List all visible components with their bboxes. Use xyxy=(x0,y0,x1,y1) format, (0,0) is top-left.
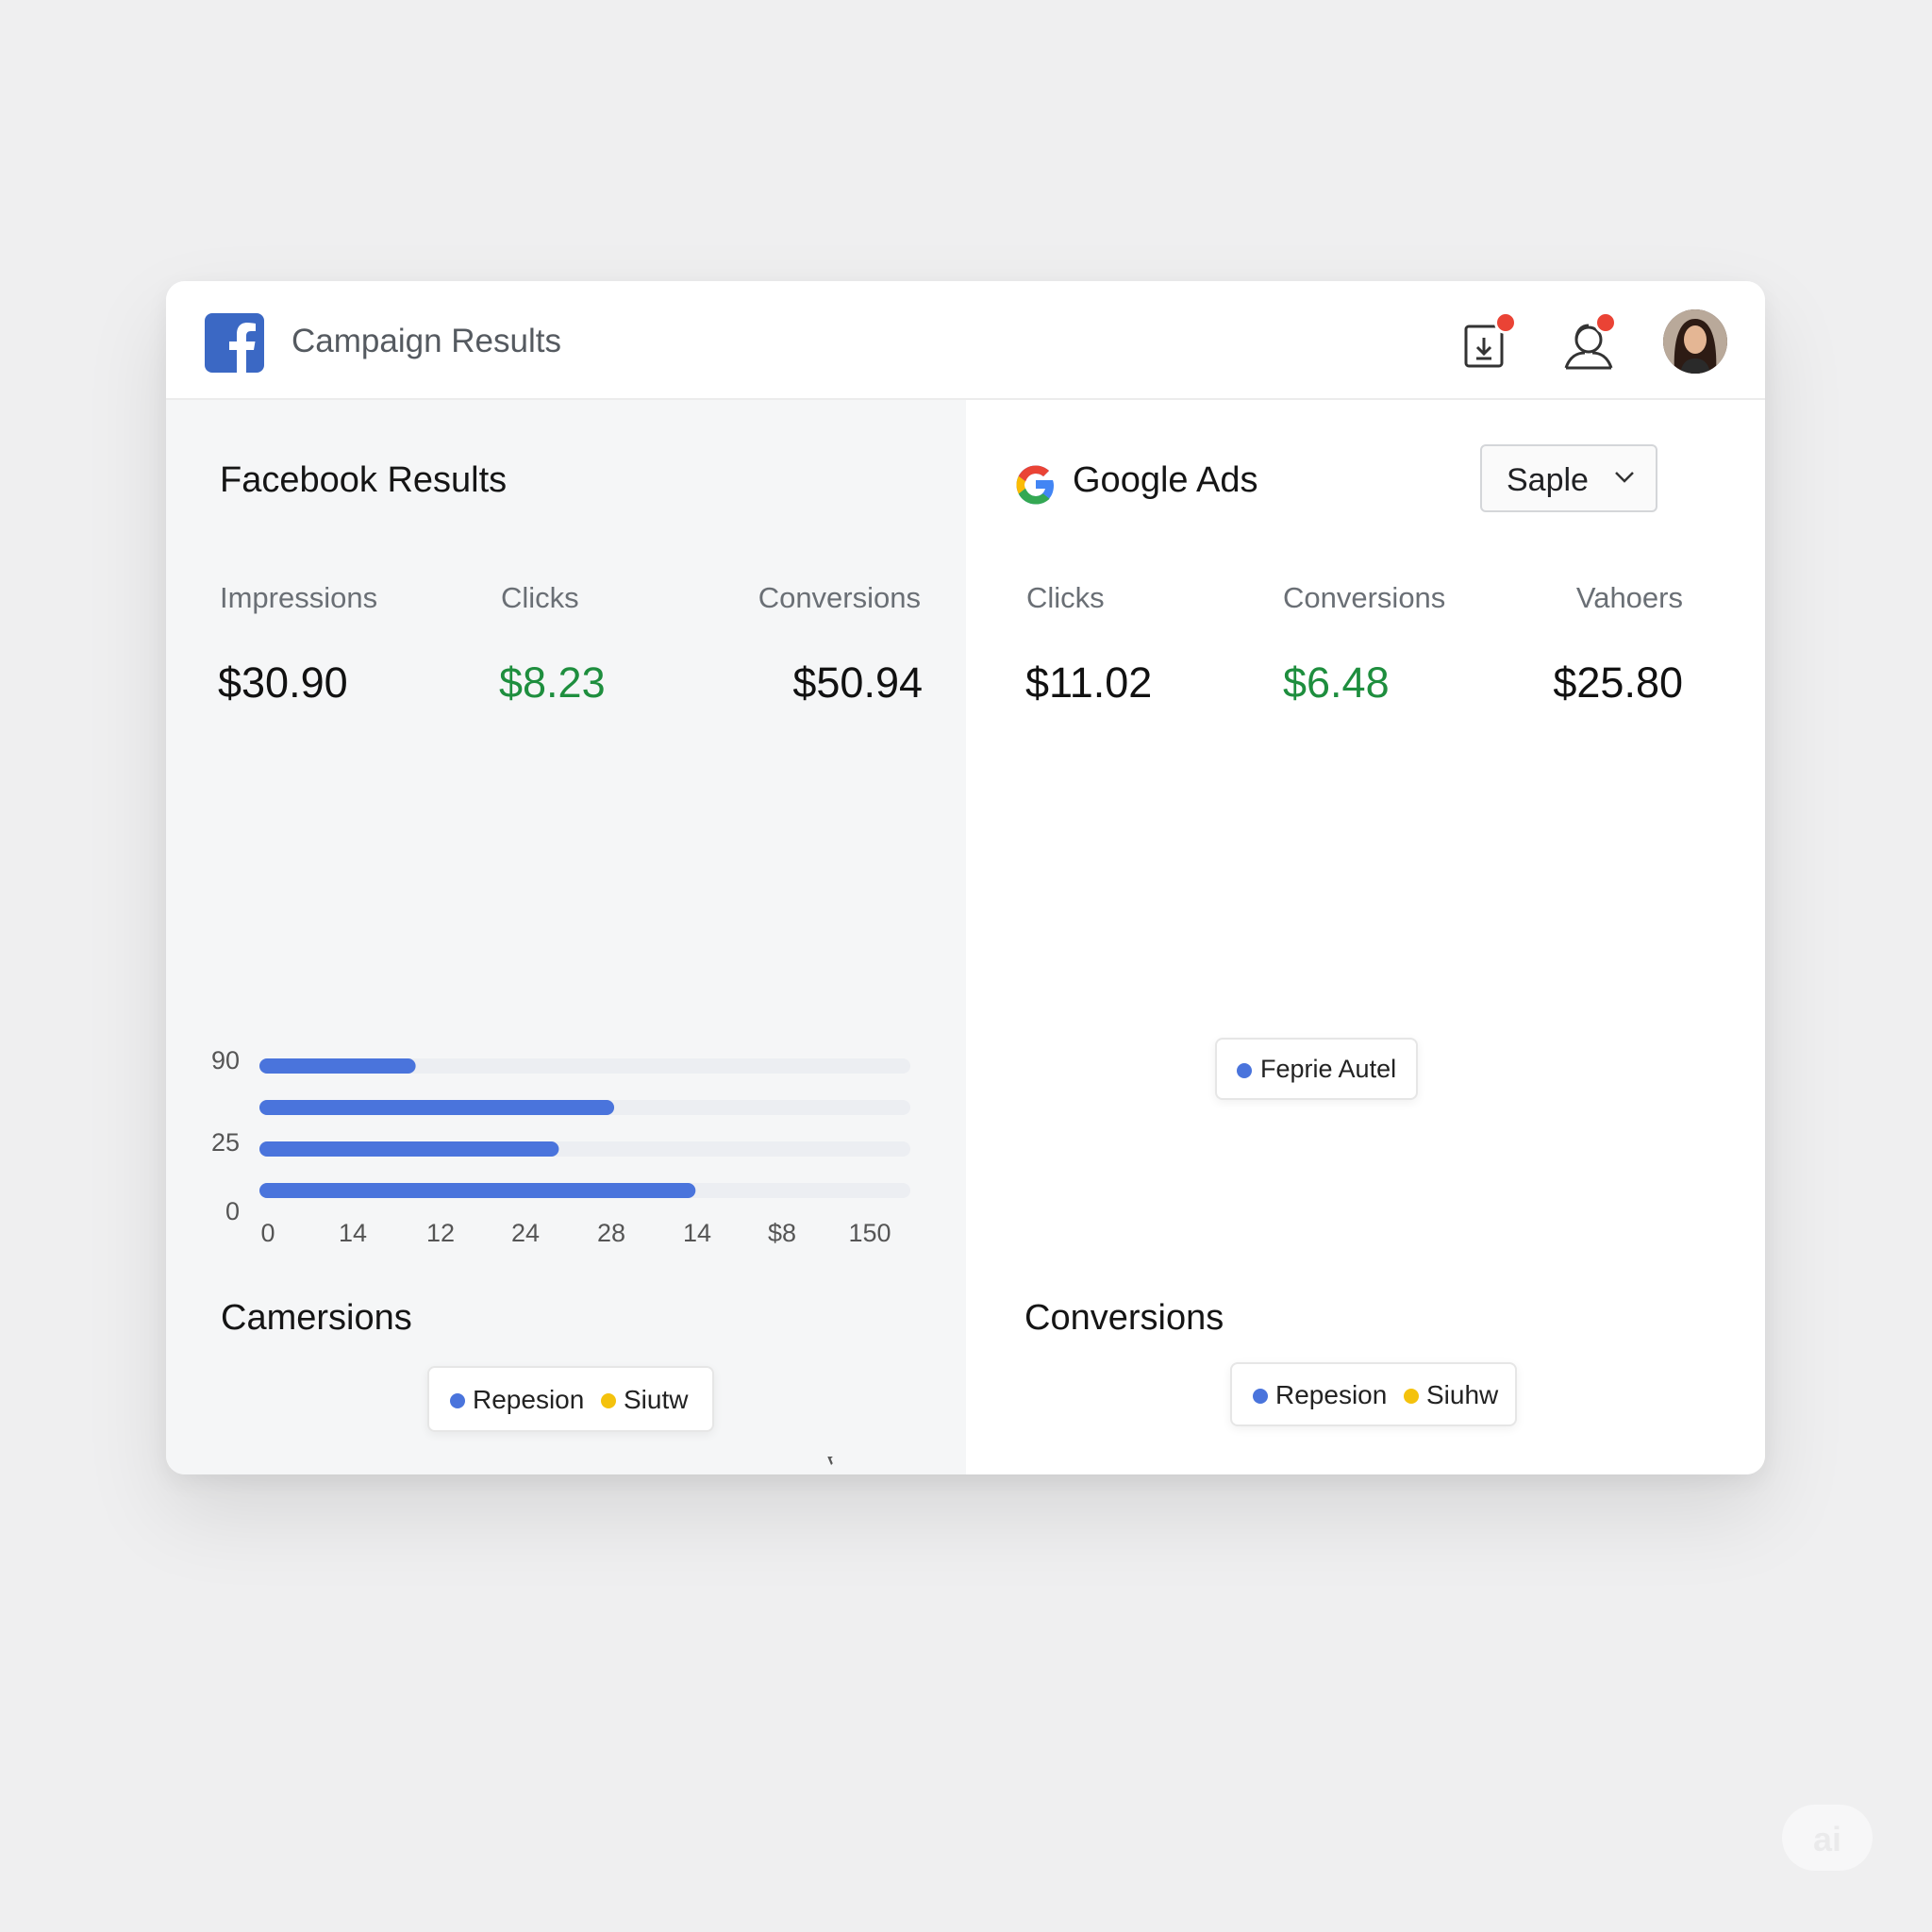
bar-chart-legend: Repesion Siutw xyxy=(427,1366,714,1432)
conversions-chart-title: Conversions xyxy=(1024,1298,1224,1338)
x-tick-label: $8 xyxy=(768,1219,796,1247)
legend-label-repesion: Repesion xyxy=(1275,1380,1388,1409)
legend-dot-blue xyxy=(1253,1389,1268,1404)
x-tick-label: 28 xyxy=(597,1219,625,1247)
bar xyxy=(259,1058,416,1074)
google-icon xyxy=(1016,465,1054,505)
metric-label-clicks: Clicks xyxy=(1026,581,1105,614)
tooltip-dot-blue xyxy=(1237,1063,1252,1078)
bar xyxy=(259,1141,559,1157)
chevron-down-icon xyxy=(1615,472,1634,483)
facebook-horizontal-bar-chart: 90 25 00 14 12 24 28 14 $8 150 xyxy=(211,1046,910,1247)
legend-label-siutw: Siutw xyxy=(624,1385,689,1414)
page-title: Campaign Results xyxy=(291,323,561,359)
x-tick-label: Mestd xyxy=(507,1457,571,1458)
camersions-chart-title: Camersions xyxy=(221,1298,412,1338)
notification-badge xyxy=(1594,311,1617,334)
legend-dot-blue xyxy=(450,1393,465,1408)
support-notification-icon[interactable] xyxy=(1560,311,1617,374)
ai-watermark: ai xyxy=(1782,1805,1873,1871)
facebook-results-title: Facebook Results xyxy=(220,460,508,500)
y-tick-label: 90 xyxy=(211,1046,240,1074)
area-chart-tooltip: Feprie Autel xyxy=(1215,1038,1418,1100)
legend-dot-yellow xyxy=(1404,1389,1419,1404)
metric-value-clicks: $11.02 xyxy=(1025,658,1153,707)
metric-label-conversions: Conversions xyxy=(1283,581,1446,614)
y-tick-label: 25 xyxy=(211,1128,240,1157)
top-bar: Campaign Results xyxy=(166,281,1765,400)
google-ads-panel: Google Ads Saple Clicks Conversions Vaho… xyxy=(966,400,1765,1474)
conversions-line-chart: 160142102342.20FoelwCrlikRzlw120010%1000… xyxy=(966,1457,1765,1474)
y-tick-label: 0 xyxy=(225,1197,240,1225)
camersions-bar-chart: 10%2001000HraidMttk90GlMestdHnltel60ClMo… xyxy=(507,1457,891,1469)
tooltip-label: Feprie Autel xyxy=(1260,1055,1397,1083)
dropdown-value: Saple xyxy=(1507,462,1589,498)
download-notification-icon[interactable] xyxy=(1457,311,1517,374)
line-chart-legend: Repesion Siuhw xyxy=(1230,1362,1517,1426)
legend-label-siuhw: Siuhw xyxy=(1426,1380,1499,1409)
facebook-results-panel: Facebook Results Impressions Clicks Conv… xyxy=(166,400,966,1474)
legend-label-repesion: Repesion xyxy=(473,1385,585,1414)
metric-value-impressions: $30.90 xyxy=(218,658,348,707)
x-tick-label: Mosiw xyxy=(745,1457,812,1460)
x-tick-label: 14 xyxy=(683,1219,711,1247)
x-tick-label: 14 xyxy=(339,1219,367,1247)
metric-value-conversions: $50.94 xyxy=(792,658,923,707)
x-tick-label: 150 xyxy=(848,1219,891,1247)
user-avatar[interactable] xyxy=(1663,309,1727,374)
x-tick-label: Ancriav xyxy=(816,1457,891,1469)
bar xyxy=(259,1100,615,1115)
metric-value-conversions: $6.48 xyxy=(1283,658,1390,707)
metric-value-vahoers: $25.80 xyxy=(1553,658,1683,707)
date-range-dropdown[interactable]: Saple xyxy=(1480,444,1657,512)
x-tick-label: 24 xyxy=(511,1219,540,1247)
metric-label-vahoers: Vahoers xyxy=(1575,581,1683,614)
x-tick-label: 12 xyxy=(426,1219,455,1247)
facebook-icon xyxy=(205,313,264,373)
x-tick-label: 0 xyxy=(260,1219,275,1247)
notification-badge xyxy=(1494,311,1517,334)
metric-value-clicks: $8.23 xyxy=(499,658,606,707)
google-ads-title: Google Ads xyxy=(1073,460,1258,500)
metric-label-impressions: Impressions xyxy=(220,581,378,614)
legend-dot-yellow xyxy=(601,1393,616,1408)
metric-label-conversions: Conversions xyxy=(758,581,921,614)
bar xyxy=(259,1183,696,1198)
campaign-results-window: Campaign Results Facebook Results Impres… xyxy=(166,281,1765,1474)
metric-label-clicks: Clicks xyxy=(501,581,579,614)
